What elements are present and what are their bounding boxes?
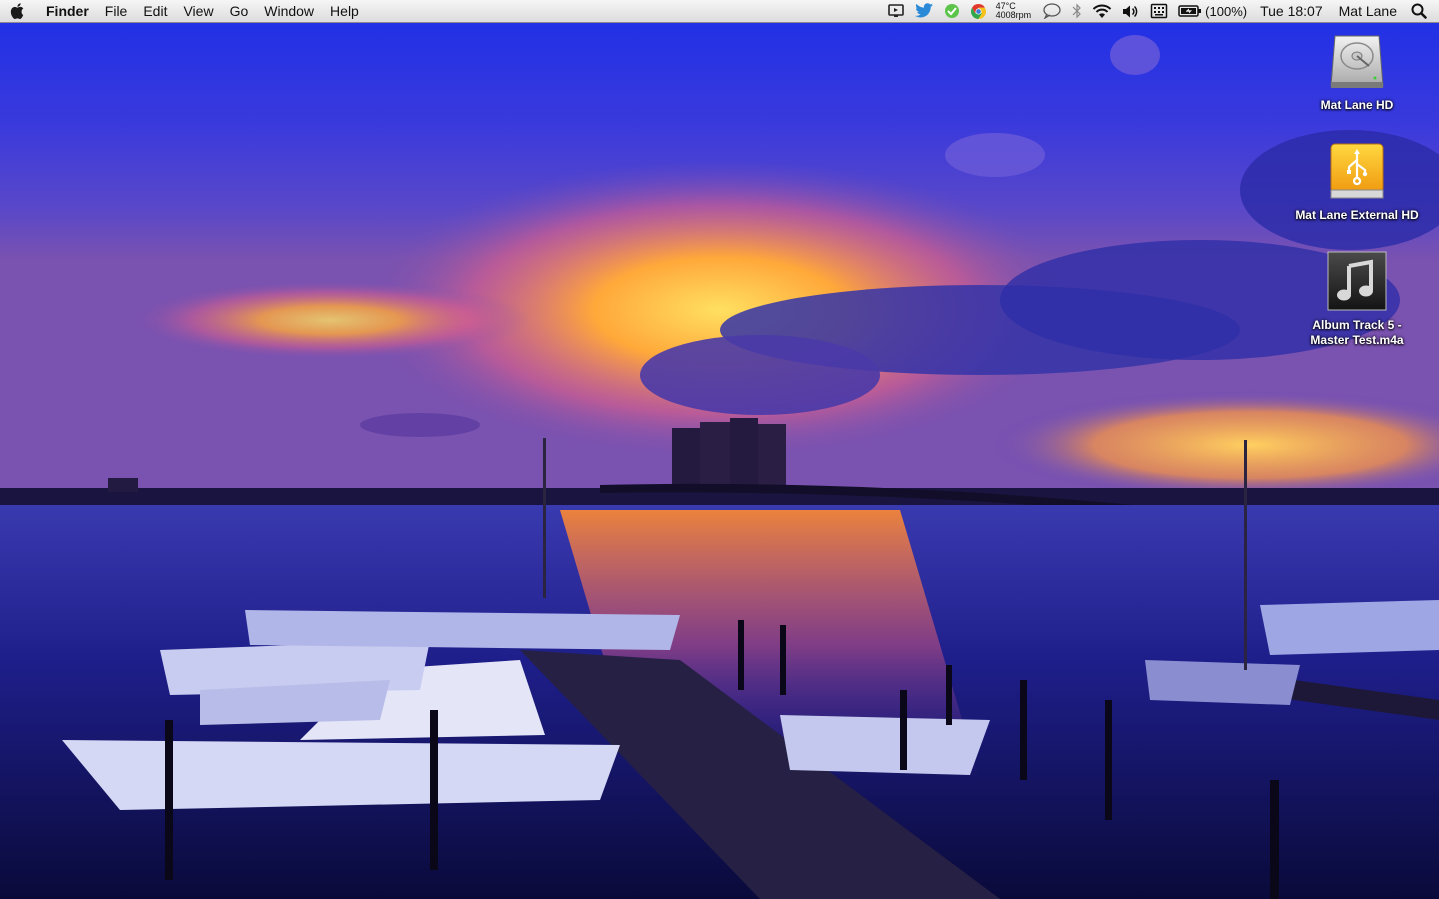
twitter-bird-icon: [914, 3, 933, 18]
evernote-menu[interactable]: [939, 0, 965, 22]
display-menu[interactable]: [883, 0, 909, 22]
hard-drive-icon: [1330, 35, 1384, 88]
fan-speed: 4008rpm: [995, 10, 1032, 20]
desktop[interactable]: Finder File Edit View Go Window Help 47°…: [0, 0, 1439, 899]
display-icon: [887, 4, 904, 17]
desktop-icon-label: Mat Lane HD: [1320, 98, 1394, 112]
battery-percentage: (100%): [1205, 3, 1248, 19]
wifi-menu[interactable]: [1087, 0, 1117, 22]
speech-bubble-icon: [1043, 3, 1061, 19]
battery-icon: [1178, 5, 1202, 17]
battery-menu[interactable]: (100%): [1173, 0, 1252, 22]
apple-logo-icon: [10, 3, 24, 19]
wallpaper-sunset-marina: [0, 0, 1439, 899]
menu-window[interactable]: Window: [256, 0, 322, 22]
menu-help[interactable]: Help: [322, 0, 367, 22]
fast-user-switch-menu[interactable]: Mat Lane: [1331, 3, 1405, 19]
desktop-icon-label: Mat Lane External HD: [1295, 208, 1419, 222]
desktop-icon-mat-lane-hd[interactable]: Mat Lane HD: [1282, 30, 1432, 113]
temperature-monitor[interactable]: 47°C 4008rpm: [992, 0, 1038, 22]
menu-file[interactable]: File: [97, 0, 136, 22]
desktop-icon-label: Album Track 5 - Master Test.m4a: [1310, 318, 1404, 347]
music-file-icon: [1327, 251, 1387, 311]
bluetooth-icon: [1072, 3, 1082, 19]
twitter-menu[interactable]: [909, 0, 939, 22]
chrome-icon: [970, 3, 986, 19]
menu-clock[interactable]: Tue 18:07: [1252, 3, 1331, 19]
chrome-menu[interactable]: [965, 0, 992, 22]
messages-menu[interactable]: [1037, 0, 1067, 22]
wifi-icon: [1092, 4, 1112, 18]
spotlight-button[interactable]: [1405, 0, 1439, 22]
desktop-icon-album-track-5[interactable]: Album Track 5 - Master Test.m4a: [1282, 250, 1432, 348]
menu-app-finder[interactable]: Finder: [34, 0, 97, 22]
spotlight-search-icon: [1411, 3, 1427, 19]
input-source-menu[interactable]: [1145, 0, 1173, 22]
menu-edit[interactable]: Edit: [135, 0, 175, 22]
bluetooth-menu[interactable]: [1067, 0, 1087, 22]
menu-view[interactable]: View: [175, 0, 221, 22]
apple-menu[interactable]: [0, 0, 34, 22]
menu-bar: Finder File Edit View Go Window Help 47°…: [0, 0, 1439, 23]
volume-menu[interactable]: [1117, 0, 1145, 22]
usb-drive-icon: [1330, 143, 1384, 199]
volume-icon: [1123, 5, 1138, 17]
keyboard-input-icon: [1150, 3, 1168, 19]
desktop-icon-mat-lane-external-hd[interactable]: Mat Lane External HD: [1282, 140, 1432, 223]
menu-go[interactable]: Go: [222, 0, 257, 22]
evernote-icon: [944, 4, 959, 18]
